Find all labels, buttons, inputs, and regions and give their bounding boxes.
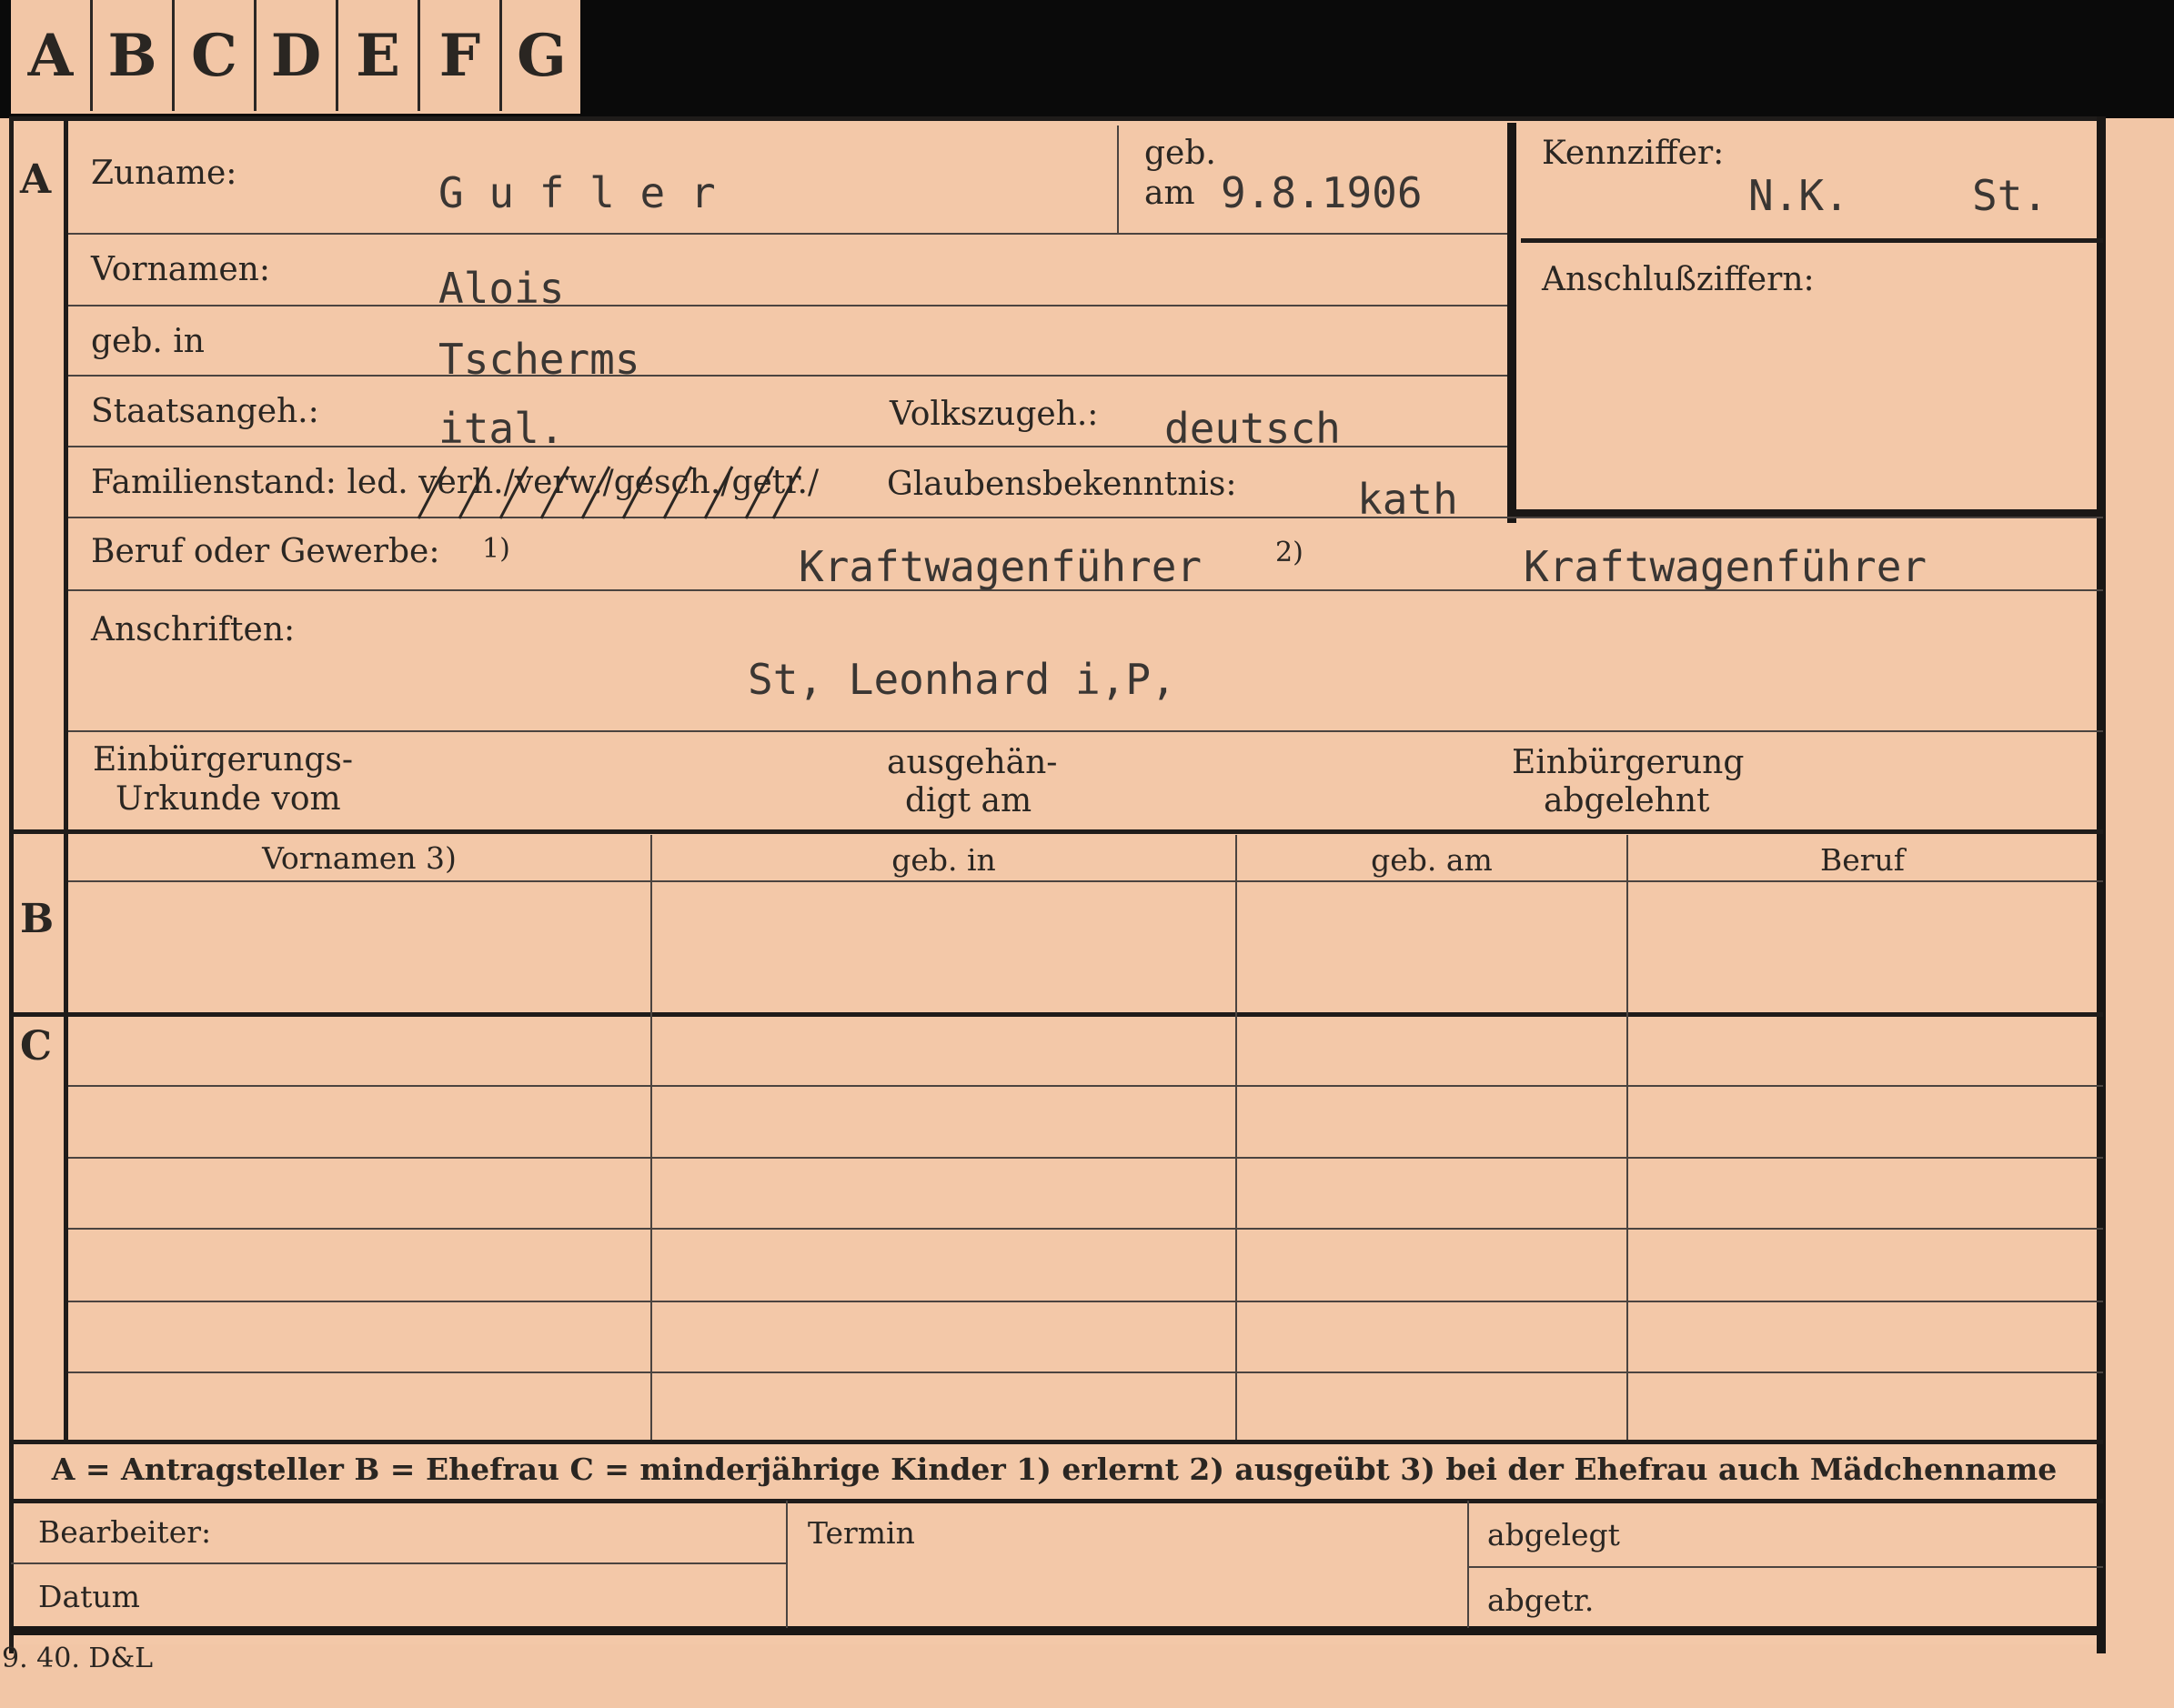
geb-label: geb. xyxy=(1144,135,1216,172)
footer-col-divider xyxy=(786,1501,788,1628)
row-line xyxy=(68,730,2103,732)
datum-label: Datum xyxy=(38,1579,140,1614)
section-letter-b: B xyxy=(20,896,55,942)
index-tab-b[interactable]: B xyxy=(93,0,175,111)
staatsangeh-label: Staatsangeh.: xyxy=(91,393,319,430)
zuname-value: G u f l e r xyxy=(438,168,716,217)
footer-col-divider xyxy=(1467,1501,1469,1628)
ausgehaendigt-label-1: ausgehän- xyxy=(887,744,1058,781)
section-column-divider xyxy=(64,116,68,1440)
volkszugeh-value: deutsch xyxy=(1164,404,1341,453)
abgetr-label: abgetr. xyxy=(1487,1582,1595,1618)
card-left-border xyxy=(9,116,14,1653)
table-row-line xyxy=(68,1157,2103,1159)
print-mark: 9. 40. D&L xyxy=(2,1643,154,1674)
index-tab-d[interactable]: D xyxy=(257,0,338,111)
bearbeiter-label: Bearbeiter: xyxy=(38,1514,212,1550)
beruf-footnote-1: 1) xyxy=(482,533,510,565)
geb-in-label: geb. in xyxy=(91,323,205,360)
footer-line xyxy=(1469,1566,2103,1568)
row-line xyxy=(68,375,1507,377)
kennziffer-label: Kennziffer: xyxy=(1542,135,1725,172)
index-tab-e[interactable]: E xyxy=(338,0,420,111)
table-header-vornamen: Vornamen 3) xyxy=(262,840,457,876)
table-row-line xyxy=(68,1371,2103,1373)
section-b-top xyxy=(11,829,2103,834)
glaubensbekenntnis-value: kath xyxy=(1357,475,1458,524)
ausgehaendigt-label-2: digt am xyxy=(905,782,1032,819)
kennziffer-st-value: St. xyxy=(1972,171,2048,220)
index-tab-c[interactable]: C xyxy=(175,0,257,111)
row-line xyxy=(68,305,1507,306)
section-c-top xyxy=(11,1012,2103,1017)
footer-line xyxy=(11,1562,786,1564)
einbuergerungs-label-2: Urkunde vom xyxy=(116,780,341,818)
vornamen-value: Alois xyxy=(438,264,565,313)
beruf-erlernt-value: Kraftwagenführer xyxy=(799,542,1203,591)
table-header-beruf: Beruf xyxy=(1819,842,1906,878)
beruf-ausgeuebt-value: Kraftwagenführer xyxy=(1524,542,1927,591)
geb-am-divider xyxy=(1117,126,1119,233)
kennziffer-underline xyxy=(1521,238,2103,243)
anschrift-value: St, Leonhard i,P, xyxy=(748,655,1176,704)
legend-text: A = Antragsteller B = Ehefrau C = minder… xyxy=(51,1452,2058,1487)
familienstand-strikethrough xyxy=(417,466,802,519)
beruf-label: Beruf oder Gewerbe: xyxy=(91,533,440,570)
einbuergerungs-label-1: Einbürgerungs- xyxy=(93,741,354,779)
kennziffer-divider xyxy=(1507,123,1516,523)
table-row-line xyxy=(68,1085,2103,1087)
table-header-geb-in: geb. in xyxy=(891,842,996,878)
beruf-footnote-2: 2) xyxy=(1275,537,1303,568)
zuname-label: Zuname: xyxy=(91,155,237,192)
am-label: am xyxy=(1144,175,1195,212)
row-line xyxy=(68,517,2103,518)
legend-bottom xyxy=(11,1499,2103,1503)
table-row-line xyxy=(68,1228,2103,1230)
section-letter-c: C xyxy=(20,1023,53,1070)
card-right-border xyxy=(2097,116,2106,1653)
table-col-divider xyxy=(1626,835,1628,1440)
einbuergerung-abgelehnt-label-2: abgelehnt xyxy=(1544,782,1710,819)
abgelegt-label: abgelegt xyxy=(1487,1517,1620,1552)
glaubensbekenntnis-label: Glaubensbekenntnis: xyxy=(887,466,1237,503)
table-row-line xyxy=(68,1301,2103,1302)
card-top-border xyxy=(11,116,2103,121)
table-col-divider xyxy=(650,835,652,1440)
index-tab-strip: A B C D E F G xyxy=(11,0,580,114)
volkszugeh-label: Volkszugeh.: xyxy=(890,396,1099,433)
termin-label: Termin xyxy=(808,1515,915,1551)
einbuergerung-abgelehnt-label-1: Einbürgerung xyxy=(1512,744,1745,781)
staatsangeh-value: ital. xyxy=(438,404,565,453)
kennziffer-nk-value: N.K. xyxy=(1748,171,1849,220)
index-tab-a[interactable]: A xyxy=(11,0,93,111)
anschriften-label: Anschriften: xyxy=(91,611,296,648)
anschlussziffern-label: Anschlußziffern: xyxy=(1542,261,1815,298)
index-tab-g[interactable]: G xyxy=(502,0,581,111)
vornamen-label: Vornamen: xyxy=(91,251,270,288)
section-letter-a: A xyxy=(20,156,52,203)
table-col-divider xyxy=(1235,835,1237,1440)
card-right-margin xyxy=(2101,118,2174,1708)
table-header-geb-am: geb. am xyxy=(1371,842,1493,878)
card-bottom-border xyxy=(11,1626,2103,1635)
index-tab-f[interactable]: F xyxy=(420,0,502,111)
geb-in-value: Tscherms xyxy=(438,335,640,384)
row-line xyxy=(68,233,1507,235)
table-header-line xyxy=(68,880,2103,882)
legend-top xyxy=(11,1440,2103,1444)
geb-am-value: 9.8.1906 xyxy=(1221,168,1423,217)
